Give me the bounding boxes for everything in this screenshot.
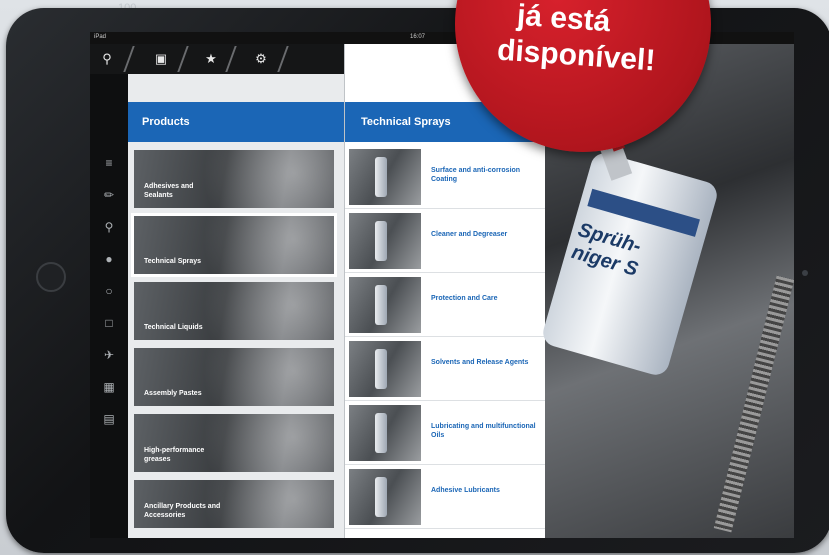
products-column: Products Adhesives and Sealants Technica… xyxy=(128,74,344,538)
device-label: iPad xyxy=(94,34,107,40)
car-icon[interactable]: ● xyxy=(100,250,118,268)
grid-icon[interactable]: ▦ xyxy=(100,378,118,396)
ipad-screen: iPad 16:07 ⚲ ▣ ★ ⚙ ≡ ✏ ⚲ ● ○ □ ✈ ▦ ▤ Pro xyxy=(90,32,794,538)
threaded-rod xyxy=(713,275,794,533)
list-item-label: Lubricating and multifunctional Oils xyxy=(431,423,536,439)
search-icon[interactable]: ⚲ xyxy=(96,48,118,70)
list-item-label: Surface and anti-corrosion Coating xyxy=(431,167,521,183)
product-tile[interactable]: High-performance greases xyxy=(134,414,334,472)
list-item-label: Adhesive Lubricants xyxy=(431,487,500,494)
product-thumbnail xyxy=(349,277,421,333)
list-item-label: Solvents and Release Agents xyxy=(431,359,529,366)
product-tile-label: Technical Liquids xyxy=(144,324,203,331)
product-thumbnail xyxy=(349,405,421,461)
products-header: Products xyxy=(128,102,344,142)
building-icon[interactable]: ▤ xyxy=(100,410,118,428)
product-thumbnail xyxy=(349,469,421,525)
spray-can: Sprüh- niger S xyxy=(539,149,721,379)
list-item[interactable]: Cleaner and Degreaser xyxy=(345,210,545,273)
clock: 16:07 xyxy=(410,34,426,40)
list-item[interactable]: Lubricating and multifunctional Oils xyxy=(345,402,545,465)
search-icon[interactable]: ⚲ xyxy=(100,218,118,236)
toolbox-icon[interactable]: □ xyxy=(100,314,118,332)
product-thumbnail xyxy=(349,149,421,205)
spray-can-label: Sprüh- niger S xyxy=(569,218,644,281)
product-tile-label: Technical Sprays xyxy=(144,258,202,265)
toolbar: ⚲ ▣ ★ ⚙ xyxy=(90,44,344,74)
products-header-label: Products xyxy=(142,116,190,128)
spray-gun-icon[interactable]: ✏ xyxy=(100,186,118,204)
product-tile-label: Ancillary Products and Accessories xyxy=(144,503,221,519)
product-tile-label: Adhesives and Sealants xyxy=(144,183,194,199)
camera xyxy=(802,270,808,276)
list-item[interactable]: Solvents and Release Agents xyxy=(345,338,545,401)
technical-sprays-header-label: Technical Sprays xyxy=(361,116,451,128)
product-thumbnail xyxy=(349,213,421,269)
product-tile[interactable]: Assembly Pastes xyxy=(134,348,334,406)
list-item[interactable]: Protection and Care xyxy=(345,274,545,337)
sprays-icon[interactable]: ≡ xyxy=(100,154,118,172)
product-tile-label: Assembly Pastes xyxy=(144,390,202,397)
badge-line-2: disponível! xyxy=(496,33,657,78)
product-tile[interactable]: Ancillary Products and Accessories xyxy=(134,480,334,528)
category-sidebar: ≡ ✏ ⚲ ● ○ □ ✈ ▦ ▤ xyxy=(90,74,128,538)
product-tile-selected[interactable]: Technical Sprays xyxy=(131,213,337,277)
divider xyxy=(177,46,189,72)
plane-icon[interactable]: ✈ xyxy=(100,346,118,364)
list-item[interactable]: Adhesive Lubricants xyxy=(345,466,545,529)
gallery-icon[interactable]: ▣ xyxy=(150,48,172,70)
product-tile[interactable]: Technical Liquids xyxy=(134,282,334,340)
divider xyxy=(277,46,289,72)
gear-icon[interactable]: ⚙ xyxy=(250,48,272,70)
product-thumbnail xyxy=(349,341,421,397)
home-button[interactable] xyxy=(36,262,66,292)
divider xyxy=(123,46,135,72)
ipad-device: iPad 16:07 ⚲ ▣ ★ ⚙ ≡ ✏ ⚲ ● ○ □ ✈ ▦ ▤ Pro xyxy=(6,8,829,553)
divider xyxy=(225,46,237,72)
product-tile[interactable]: Adhesives and Sealants xyxy=(134,150,334,208)
list-item-label: Cleaner and Degreaser xyxy=(431,231,508,238)
bulb-icon[interactable]: ○ xyxy=(100,282,118,300)
list-item-label: Protection and Care xyxy=(431,295,498,302)
product-tile-label: High-performance greases xyxy=(144,447,205,463)
star-icon[interactable]: ★ xyxy=(200,48,222,70)
list-item[interactable]: Surface and anti-corrosion Coating xyxy=(345,146,545,209)
badge-line-1: já está xyxy=(515,0,612,39)
